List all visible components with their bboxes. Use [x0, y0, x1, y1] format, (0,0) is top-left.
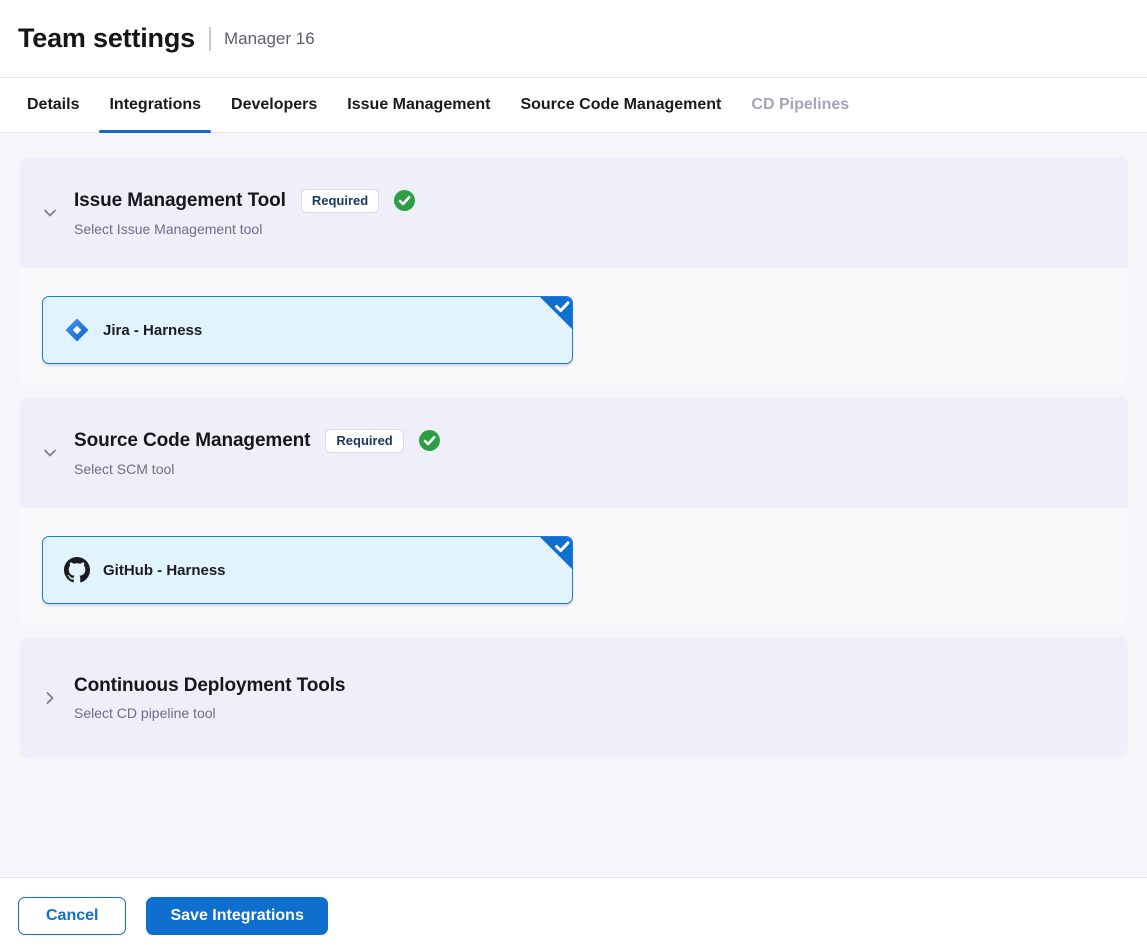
github-icon: [64, 557, 90, 583]
cancel-button[interactable]: Cancel: [18, 897, 126, 935]
tab-details[interactable]: Details: [17, 78, 89, 132]
section-subtitle: Select SCM tool: [74, 461, 440, 477]
section-title: Source Code Management: [74, 430, 310, 452]
chevron-down-icon[interactable]: [42, 205, 58, 221]
tab-developers[interactable]: Developers: [221, 78, 327, 132]
section-issue-management-header[interactable]: Issue Management Tool Required Select Is…: [20, 157, 1128, 268]
chevron-right-icon[interactable]: [42, 690, 58, 706]
tool-name: Jira - Harness: [103, 322, 202, 339]
complete-check-icon: [394, 190, 415, 211]
tab-source-code-management[interactable]: Source Code Management: [510, 78, 731, 132]
section-title: Continuous Deployment Tools: [74, 675, 345, 697]
section-source-code-management: Source Code Management Required Select S…: [20, 397, 1128, 625]
section-scm-header[interactable]: Source Code Management Required Select S…: [20, 397, 1128, 508]
selected-check-icon: [539, 536, 573, 570]
required-badge: Required: [325, 429, 403, 453]
section-cd-header[interactable]: Continuous Deployment Tools Select CD pi…: [20, 637, 1128, 758]
page-header: Team settings Manager 16: [0, 0, 1147, 77]
settings-tabbar: Details Integrations Developers Issue Ma…: [0, 77, 1147, 133]
jira-icon: [64, 317, 90, 343]
chevron-down-icon[interactable]: [42, 445, 58, 461]
tool-card-github-harness[interactable]: GitHub - Harness: [42, 536, 573, 604]
tab-issue-management[interactable]: Issue Management: [337, 78, 500, 132]
complete-check-icon: [419, 430, 440, 451]
section-subtitle: Select CD pipeline tool: [74, 705, 345, 721]
section-subtitle: Select Issue Management tool: [74, 221, 415, 237]
action-footer: Cancel Save Integrations: [0, 877, 1147, 952]
title-divider: [209, 27, 211, 51]
section-continuous-deployment-tools: Continuous Deployment Tools Select CD pi…: [20, 637, 1128, 758]
required-badge: Required: [301, 189, 379, 213]
page-title: Team settings: [18, 23, 195, 54]
section-issue-management-body: Jira - Harness: [20, 268, 1128, 385]
tab-integrations[interactable]: Integrations: [99, 78, 211, 132]
save-integrations-button[interactable]: Save Integrations: [146, 897, 327, 935]
section-title: Issue Management Tool: [74, 190, 286, 212]
tab-cd-pipelines[interactable]: CD Pipelines: [741, 78, 859, 132]
selected-check-icon: [539, 296, 573, 330]
section-scm-body: GitHub - Harness: [20, 508, 1128, 625]
team-name-label: Manager 16: [224, 29, 315, 49]
tool-name: GitHub - Harness: [103, 562, 226, 579]
integrations-panel: Issue Management Tool Required Select Is…: [0, 133, 1147, 877]
section-issue-management-tool: Issue Management Tool Required Select Is…: [20, 157, 1128, 385]
tool-card-jira-harness[interactable]: Jira - Harness: [42, 296, 573, 364]
